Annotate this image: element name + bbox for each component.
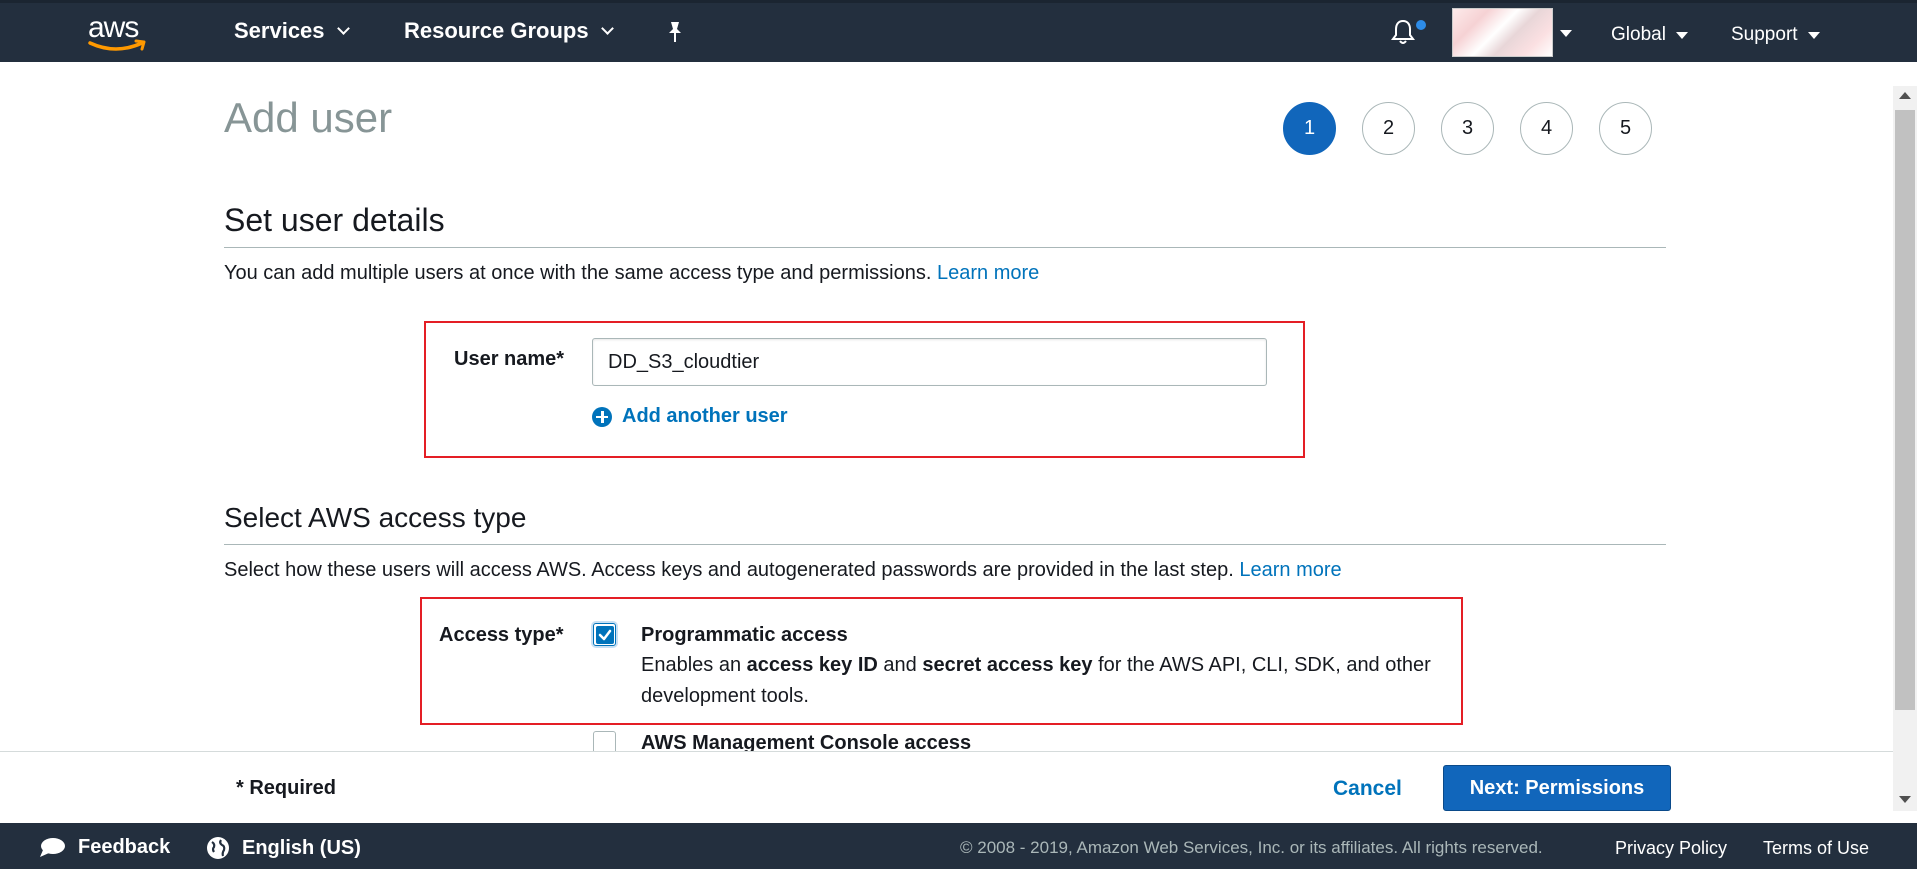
step-3[interactable]: 3 xyxy=(1441,102,1494,155)
required-note: * Required xyxy=(236,777,337,799)
chevron-down-icon xyxy=(600,21,614,35)
access-type-heading: Select AWS access type xyxy=(224,502,527,533)
cancel-button[interactable]: Cancel xyxy=(1333,777,1402,801)
plus-circle-icon xyxy=(592,406,612,427)
learn-more-link[interactable]: Learn more xyxy=(937,262,1039,284)
user-name-label: User name* xyxy=(454,348,565,370)
region-menu[interactable]: Global xyxy=(1611,24,1688,46)
next-permissions-button[interactable]: Next: Permissions xyxy=(1443,765,1671,811)
privacy-policy-link[interactable]: Privacy Policy xyxy=(1615,838,1727,859)
section-divider xyxy=(224,247,1666,248)
programmatic-access-title: Programmatic access xyxy=(641,624,848,646)
pin-icon[interactable] xyxy=(664,20,686,44)
notification-dot xyxy=(1416,20,1426,30)
learn-more-link[interactable]: Learn more xyxy=(1239,559,1341,581)
feedback-button[interactable]: Feedback xyxy=(38,836,170,859)
speech-bubble-icon xyxy=(40,837,65,857)
notifications-bell-icon[interactable] xyxy=(1390,18,1416,46)
user-name-input[interactable] xyxy=(592,338,1267,386)
programmatic-access-description: Enables an access key ID and secret acce… xyxy=(641,654,1431,707)
step-5[interactable]: 5 xyxy=(1599,102,1652,155)
user-details-description: You can add multiple users at once with … xyxy=(224,262,1040,284)
page-title: Add user xyxy=(224,94,393,141)
programmatic-access-checkbox[interactable] xyxy=(593,623,616,646)
aws-smile-icon xyxy=(88,39,146,51)
services-menu[interactable]: Services xyxy=(234,18,350,44)
scroll-up-arrow-icon[interactable] xyxy=(1899,92,1911,99)
add-another-user-link[interactable]: Add another user xyxy=(592,405,788,428)
checkmark-icon xyxy=(596,626,614,644)
language-selector[interactable]: English (US) xyxy=(206,836,361,860)
account-dropdown-icon[interactable] xyxy=(1560,30,1572,37)
terms-of-use-link[interactable]: Terms of Use xyxy=(1763,838,1869,859)
caret-down-icon xyxy=(1675,31,1688,39)
resource-groups-menu[interactable]: Resource Groups xyxy=(404,18,614,44)
step-2[interactable]: 2 xyxy=(1362,102,1415,155)
scroll-down-arrow-icon[interactable] xyxy=(1899,796,1911,803)
globe-icon xyxy=(207,837,229,859)
copyright-text: © 2008 - 2019, Amazon Web Services, Inc.… xyxy=(960,838,1543,857)
step-4[interactable]: 4 xyxy=(1520,102,1573,155)
set-user-details-heading: Set user details xyxy=(224,202,445,238)
access-type-description: Select how these users will access AWS. … xyxy=(224,559,1342,581)
wizard-steps: 1 2 3 4 5 xyxy=(1283,102,1652,155)
chevron-down-icon xyxy=(336,21,350,35)
step-1[interactable]: 1 xyxy=(1283,102,1336,155)
aws-logo[interactable]: aws xyxy=(86,11,152,55)
scrollbar-thumb[interactable] xyxy=(1895,110,1915,710)
caret-down-icon xyxy=(1807,31,1820,39)
account-menu-avatar[interactable] xyxy=(1452,8,1553,57)
access-type-label: Access type* xyxy=(439,624,564,646)
section-divider xyxy=(224,544,1666,545)
support-menu[interactable]: Support xyxy=(1731,24,1820,46)
